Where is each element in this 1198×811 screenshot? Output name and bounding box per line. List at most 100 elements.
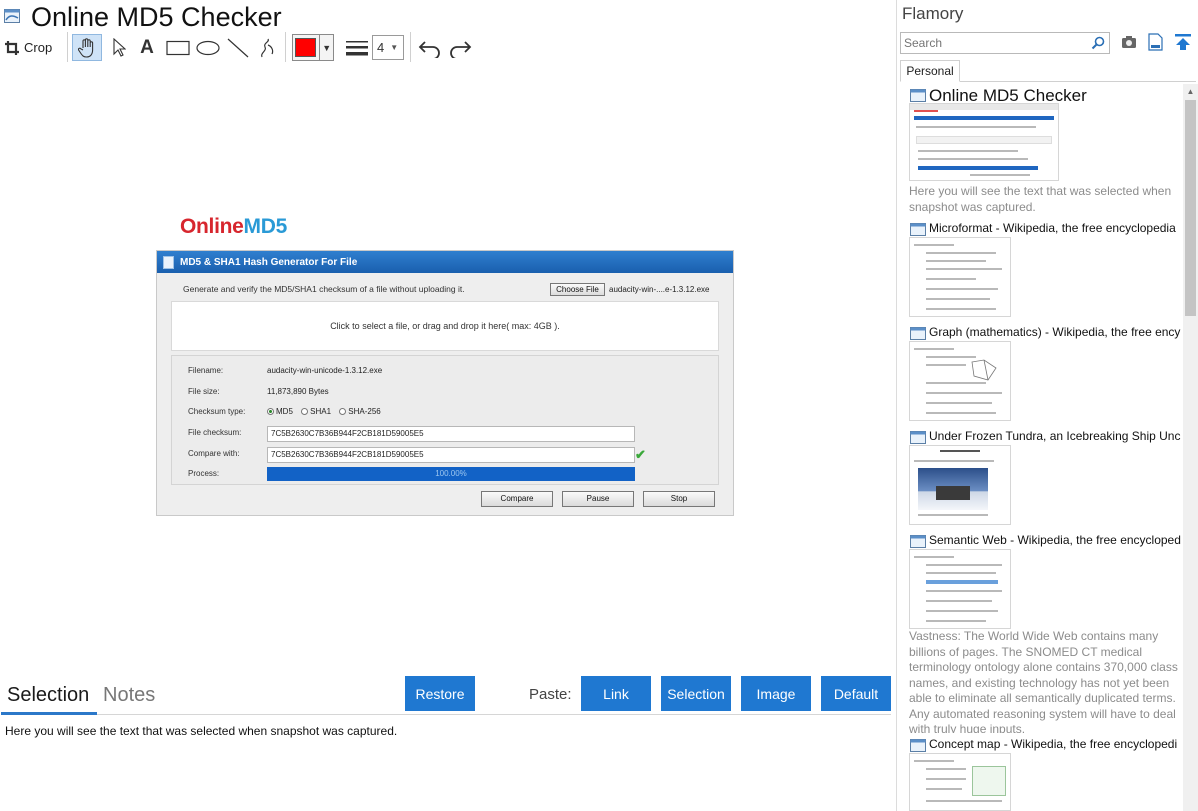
arrow-icon xyxy=(113,37,126,57)
undo-button[interactable] xyxy=(416,34,444,61)
crop-button[interactable]: Crop xyxy=(4,34,62,61)
checkmark-icon: ✔ xyxy=(635,447,646,462)
line-width-icon xyxy=(344,34,370,61)
line-icon xyxy=(227,38,249,57)
radio-sha256[interactable]: SHA-256 xyxy=(339,407,381,416)
select-tool-button[interactable] xyxy=(106,34,132,61)
filename-label: Filename: xyxy=(188,366,224,375)
snapshot-thumbnail[interactable] xyxy=(909,341,1011,421)
snapshot-thumbnail[interactable] xyxy=(909,445,1011,525)
pen-tool-button[interactable] xyxy=(254,34,282,61)
upload-icon[interactable] xyxy=(1174,33,1192,51)
radio-md5[interactable]: MD5 xyxy=(267,407,293,416)
tab-personal[interactable]: Personal xyxy=(900,60,960,82)
filesize-label: File size: xyxy=(188,387,220,396)
file-checksum-label: File checksum: xyxy=(188,428,242,437)
snapshot-image[interactable]: OnlineMD5 MD5 & SHA1 Hash Generator For … xyxy=(156,210,734,518)
tab-selection[interactable]: Selection xyxy=(7,684,89,707)
compare-button[interactable]: Compare xyxy=(481,491,553,507)
text-tool-button[interactable]: A xyxy=(135,34,159,61)
ellipse-icon xyxy=(196,40,220,55)
tabs-divider xyxy=(960,81,1196,82)
paste-label: Paste: xyxy=(529,686,572,703)
paste-default-button[interactable]: Default xyxy=(821,676,891,711)
filename-value: audacity-win-unicode-1.3.12.exe xyxy=(267,366,383,375)
scrollbar-thumb[interactable] xyxy=(1185,100,1196,316)
stop-button[interactable]: Stop xyxy=(643,491,715,507)
ellipse-tool-button[interactable] xyxy=(194,34,222,61)
snapshot-item-title[interactable]: Under Frozen Tundra, an Icebreaking Ship… xyxy=(929,429,1181,443)
hash-generator-panel: MD5 & SHA1 Hash Generator For File Gener… xyxy=(156,250,734,516)
snapshot-thumbnail[interactable] xyxy=(909,103,1059,181)
sidebar-divider xyxy=(896,0,897,811)
checksum-type-label: Checksum type: xyxy=(188,407,246,416)
snapshot-thumbnail[interactable] xyxy=(909,549,1011,629)
progress-bar: 100.00% xyxy=(267,467,635,481)
toolbar-divider xyxy=(285,32,286,62)
snapshot-item-snippet: Here you will see the text that was sele… xyxy=(909,184,1172,214)
paste-image-button[interactable]: Image xyxy=(741,676,811,711)
paste-link-button[interactable]: Link xyxy=(581,676,651,711)
checksum-type-options: MD5 SHA1 SHA-256 xyxy=(267,407,387,417)
line-width-value: 4 xyxy=(377,40,385,55)
flamory-item-icon xyxy=(910,739,926,752)
active-tab-indicator xyxy=(1,712,97,715)
snapshot-item-title[interactable]: Concept map - Wikipedia, the free encycl… xyxy=(929,737,1181,751)
page-title: Online MD5 Checker xyxy=(31,2,282,32)
online-md5-logo: OnlineMD5 xyxy=(180,215,287,238)
filesize-value: 11,873,890 Bytes xyxy=(267,387,329,396)
hand-tool-button[interactable] xyxy=(72,34,102,61)
crop-label: Crop xyxy=(24,40,53,55)
paste-selection-button[interactable]: Selection xyxy=(661,676,731,711)
drop-zone-text: Click to select a file, or drag and drop… xyxy=(330,321,560,331)
restore-button[interactable]: Restore xyxy=(405,676,475,711)
undo-icon xyxy=(418,40,440,58)
search-box[interactable] xyxy=(900,32,1110,54)
toolbar-divider xyxy=(67,32,68,62)
text-icon: A xyxy=(140,36,154,58)
search-icon[interactable] xyxy=(1091,36,1105,50)
snapshot-thumbnail[interactable] xyxy=(909,237,1011,317)
hand-icon xyxy=(78,37,94,58)
scroll-up-icon[interactable]: ▲ xyxy=(1183,84,1198,98)
redo-icon xyxy=(450,40,472,58)
page-icon[interactable] xyxy=(1148,33,1163,51)
snapshot-item-snippet: Vastness: The World Wide Web contains ma… xyxy=(909,629,1178,733)
camera-icon[interactable] xyxy=(1121,35,1137,49)
flamory-item-icon xyxy=(910,223,926,236)
process-label: Process: xyxy=(188,469,220,478)
chosen-file-name: audacity-win-....e-1.3.12.exe xyxy=(609,285,710,294)
crop-icon xyxy=(5,40,19,55)
snapshot-thumbnail[interactable] xyxy=(909,753,1011,811)
snapshot-item-title[interactable]: Microformat - Wikipedia, the free encycl… xyxy=(929,221,1181,235)
pause-button[interactable]: Pause xyxy=(562,491,634,507)
compare-with-label: Compare with: xyxy=(188,449,240,458)
search-input[interactable] xyxy=(904,35,1084,51)
line-tool-button[interactable] xyxy=(224,34,252,61)
file-checksum-field[interactable]: 7C5B2630C7B36B944F2CB181D59005E5 xyxy=(267,426,635,442)
panel-header: MD5 & SHA1 Hash Generator For File xyxy=(157,251,733,273)
panel-title: MD5 & SHA1 Hash Generator For File xyxy=(180,256,358,268)
flamory-item-icon xyxy=(910,89,926,102)
drop-zone[interactable]: Click to select a file, or drag and drop… xyxy=(171,301,719,351)
snapshot-item-title[interactable]: Semantic Web - Wikipedia, the free encyc… xyxy=(929,533,1181,547)
choose-file-button[interactable]: Choose File xyxy=(550,283,605,296)
selection-text[interactable]: Here you will see the text that was sele… xyxy=(5,724,397,738)
toolbar-divider xyxy=(410,32,411,62)
rectangle-tool-button[interactable] xyxy=(164,34,192,61)
flamory-item-icon xyxy=(910,327,926,340)
color-picker-button[interactable]: ▼ xyxy=(292,34,334,61)
window-icon xyxy=(4,9,20,23)
file-details-form: Filename: audacity-win-unicode-1.3.12.ex… xyxy=(171,355,719,485)
compare-with-field[interactable]: 7C5B2630C7B36B944F2CB181D59005E5 xyxy=(267,447,635,463)
radio-sha1[interactable]: SHA1 xyxy=(301,407,331,416)
tab-notes[interactable]: Notes xyxy=(103,684,155,707)
redo-button[interactable] xyxy=(446,34,474,61)
document-icon xyxy=(163,255,174,269)
flamory-item-icon xyxy=(910,535,926,548)
chevron-down-icon: ▼ xyxy=(319,35,333,60)
chevron-down-icon: ▼ xyxy=(390,43,399,52)
pen-icon xyxy=(261,38,274,57)
line-width-select[interactable]: 4 ▼ xyxy=(372,35,404,60)
snapshot-item-title[interactable]: Graph (mathematics) - Wikipedia, the fre… xyxy=(929,325,1181,339)
